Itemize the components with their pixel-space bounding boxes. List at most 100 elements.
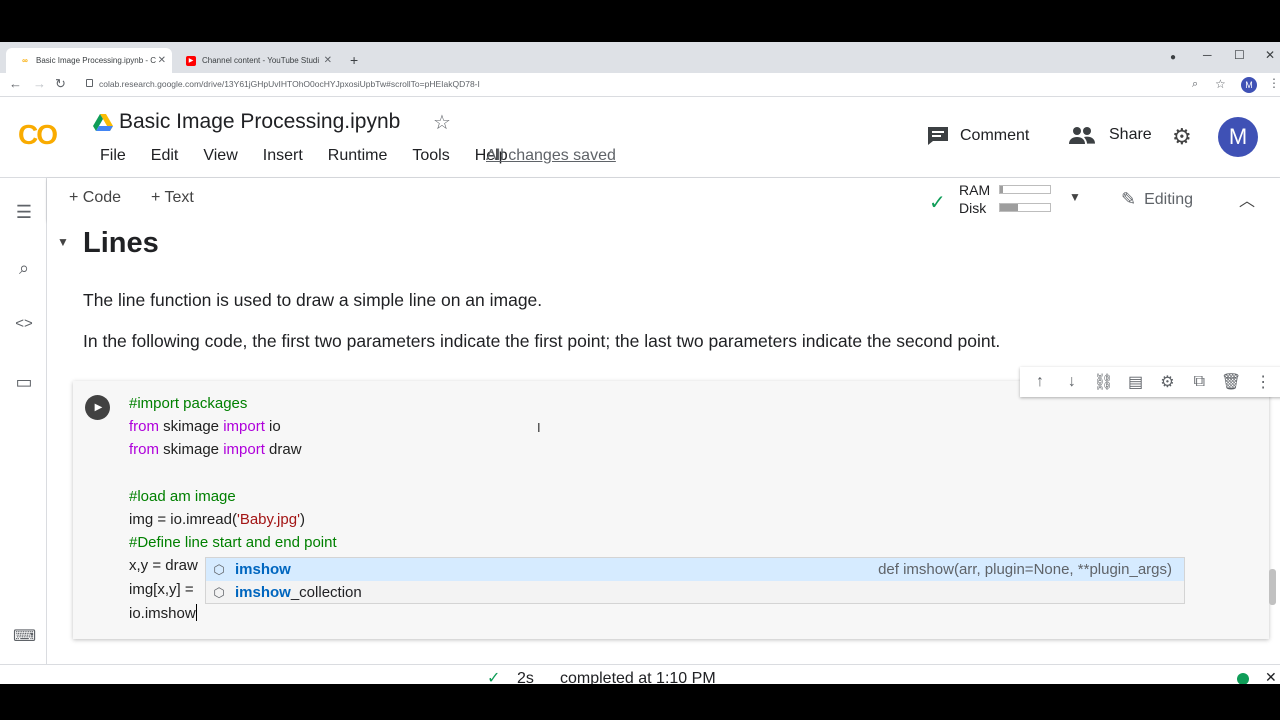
window-close-icon[interactable]: ✕	[1265, 48, 1275, 62]
section-collapse-toggle[interactable]: ▼	[57, 235, 69, 249]
comment-button[interactable]: Comment	[927, 126, 1029, 146]
close-icon[interactable]: ✕	[158, 55, 166, 66]
tab-search-icon[interactable]: ●	[1170, 52, 1176, 63]
mouse-ibeam-cursor: I	[537, 420, 541, 435]
code-line: #Define line start and end point	[129, 534, 337, 557]
search-icon[interactable]: ⌕	[13, 258, 35, 279]
cell-toolbar: ↑ ↓ ⛓ ▤ ⚙ ⧉ 🗑 ⋮	[1020, 367, 1280, 397]
editing-mode-button[interactable]: ✎ Editing	[1121, 189, 1193, 210]
code-token: x,y = draw	[129, 557, 198, 575]
code-token: #import packages	[129, 395, 248, 412]
colab-header: CO Basic Image Processing.ipynb ☆ File E…	[0, 97, 1280, 178]
close-icon[interactable]: ✕	[324, 55, 332, 66]
add-code-label: Code	[82, 189, 122, 206]
text-paragraph: The line function is used to draw a simp…	[83, 290, 543, 310]
bookmark-star-icon[interactable]: ☆	[1215, 77, 1226, 91]
add-text-button[interactable]: + Text	[151, 189, 194, 207]
back-icon[interactable]: ←	[9, 76, 22, 91]
new-tab-button[interactable]: +	[350, 52, 358, 68]
close-icon[interactable]: ✕	[1265, 669, 1277, 684]
autocomplete-match: imshow	[235, 584, 291, 601]
disk-usage-bar	[999, 203, 1051, 212]
code-token: io.imshow	[129, 604, 196, 622]
notebook-main: ▼ Lines The line function is used to dra…	[47, 221, 1280, 664]
code-token: skimage	[159, 441, 224, 459]
add-code-button[interactable]: + Code	[69, 189, 121, 207]
browser-tab-colab[interactable]: ∞ Basic Image Processing.ipynb - C ✕	[6, 48, 172, 73]
lock-icon	[86, 79, 93, 87]
disk-label: Disk	[959, 200, 987, 216]
code-snippets-icon[interactable]: <>	[13, 315, 35, 332]
code-token: img[x,y] =	[129, 580, 198, 598]
share-button[interactable]: Share	[1069, 126, 1152, 144]
code-line: from skimage import draw	[129, 441, 337, 464]
code-token: 'Baby.jpg'	[236, 510, 300, 528]
tab-title: Channel content - YouTube Studi	[202, 56, 320, 65]
move-up-icon[interactable]: ↑	[1027, 373, 1053, 391]
autocomplete-item[interactable]: ⬡ imshow def imshow(arr, plugin=None, **…	[206, 558, 1184, 581]
forward-icon[interactable]: →	[33, 76, 46, 91]
code-token: from	[129, 418, 159, 436]
browser-menu-icon[interactable]: ⋮	[1268, 76, 1280, 90]
left-sidebar: ☰ ⌕ <> ▭ ⌨	[0, 178, 47, 664]
browser-tab-youtube[interactable]: ▶ Channel content - YouTube Studi ✕	[172, 48, 338, 73]
chevron-down-icon[interactable]: ▼	[1069, 190, 1081, 204]
connected-check-icon: ✓	[929, 192, 946, 214]
profile-avatar[interactable]: M	[1241, 77, 1257, 93]
cell-settings-gear-icon[interactable]: ⚙	[1154, 372, 1180, 392]
tab-title: Basic Image Processing.ipynb - C	[36, 56, 157, 65]
folder-icon[interactable]: ▭	[13, 372, 35, 393]
execution-duration: 2s	[517, 670, 534, 684]
maximize-icon[interactable]: ☐	[1234, 48, 1245, 62]
terminal-icon[interactable]: ⌨	[13, 626, 36, 646]
comment-icon[interactable]: ▤	[1123, 372, 1149, 392]
status-bar: ✓ 2s completed at 1:10 PM ✕	[0, 664, 1280, 684]
zoom-icon[interactable]: ⌕	[1192, 78, 1198, 91]
menu-bar: File Edit View Insert Runtime Tools Help	[87, 147, 520, 165]
user-avatar[interactable]: M	[1218, 117, 1258, 157]
chevron-up-icon[interactable]: ︿	[1239, 187, 1255, 211]
settings-gear-icon[interactable]: ⚙	[1172, 124, 1192, 150]
scrollbar-thumb[interactable]	[1269, 569, 1276, 605]
mirror-cell-icon[interactable]: ⧉	[1186, 373, 1212, 391]
screen: ∞ Basic Image Processing.ipynb - C ✕ ▶ C…	[0, 0, 1280, 720]
link-icon[interactable]: ⛓	[1091, 372, 1117, 392]
reload-icon[interactable]: ↻	[55, 76, 66, 92]
delete-icon[interactable]: 🗑	[1218, 372, 1244, 392]
url-field[interactable]: colab.research.google.com/drive/13Y61jGH…	[99, 79, 480, 89]
autocomplete-item[interactable]: ⬡ imshow _collection	[206, 581, 1184, 604]
pencil-icon: ✎	[1121, 189, 1137, 209]
execution-status[interactable]: completed at 1:10 PM	[560, 670, 716, 684]
star-icon[interactable]: ☆	[433, 110, 451, 135]
autocomplete-match: imshow	[235, 561, 291, 578]
move-down-icon[interactable]: ↓	[1059, 373, 1085, 391]
ram-usage-fill	[1000, 186, 1003, 193]
code-token: draw	[264, 441, 302, 459]
menu-runtime[interactable]: Runtime	[315, 147, 400, 165]
code-line: io.imshow	[129, 603, 337, 627]
google-drive-icon[interactable]	[93, 114, 113, 132]
add-text-label: Text	[164, 189, 194, 206]
save-status[interactable]: All changes saved	[486, 147, 616, 165]
notebook-title[interactable]: Basic Image Processing.ipynb	[119, 110, 400, 134]
menu-insert[interactable]: Insert	[250, 147, 315, 165]
code-token: skimage	[159, 418, 224, 436]
menu-file[interactable]: File	[87, 147, 138, 165]
table-of-contents-icon[interactable]: ☰	[13, 202, 35, 223]
run-cell-button[interactable]: ▶	[85, 395, 110, 420]
autocomplete-popup: ⬡ imshow def imshow(arr, plugin=None, **…	[205, 557, 1185, 604]
ram-usage-bar	[999, 185, 1051, 194]
menu-view[interactable]: View	[190, 147, 249, 165]
comment-label: Comment	[960, 127, 1030, 144]
minimize-icon[interactable]: ─	[1203, 48, 1212, 62]
code-token: import	[223, 441, 265, 459]
menu-tools[interactable]: Tools	[399, 147, 461, 165]
colab-logo[interactable]: CO	[18, 119, 58, 151]
disk-usage-fill	[1000, 204, 1018, 211]
menu-edit[interactable]: Edit	[138, 147, 191, 165]
code-line: img = io.imread('Baby.jpg')	[129, 511, 337, 534]
more-options-icon[interactable]: ⋮	[1250, 372, 1276, 392]
address-bar: ← → ↻ colab.research.google.com/drive/13…	[0, 73, 1280, 97]
function-icon: ⬡	[213, 561, 225, 577]
code-token: #load am image	[129, 487, 236, 505]
